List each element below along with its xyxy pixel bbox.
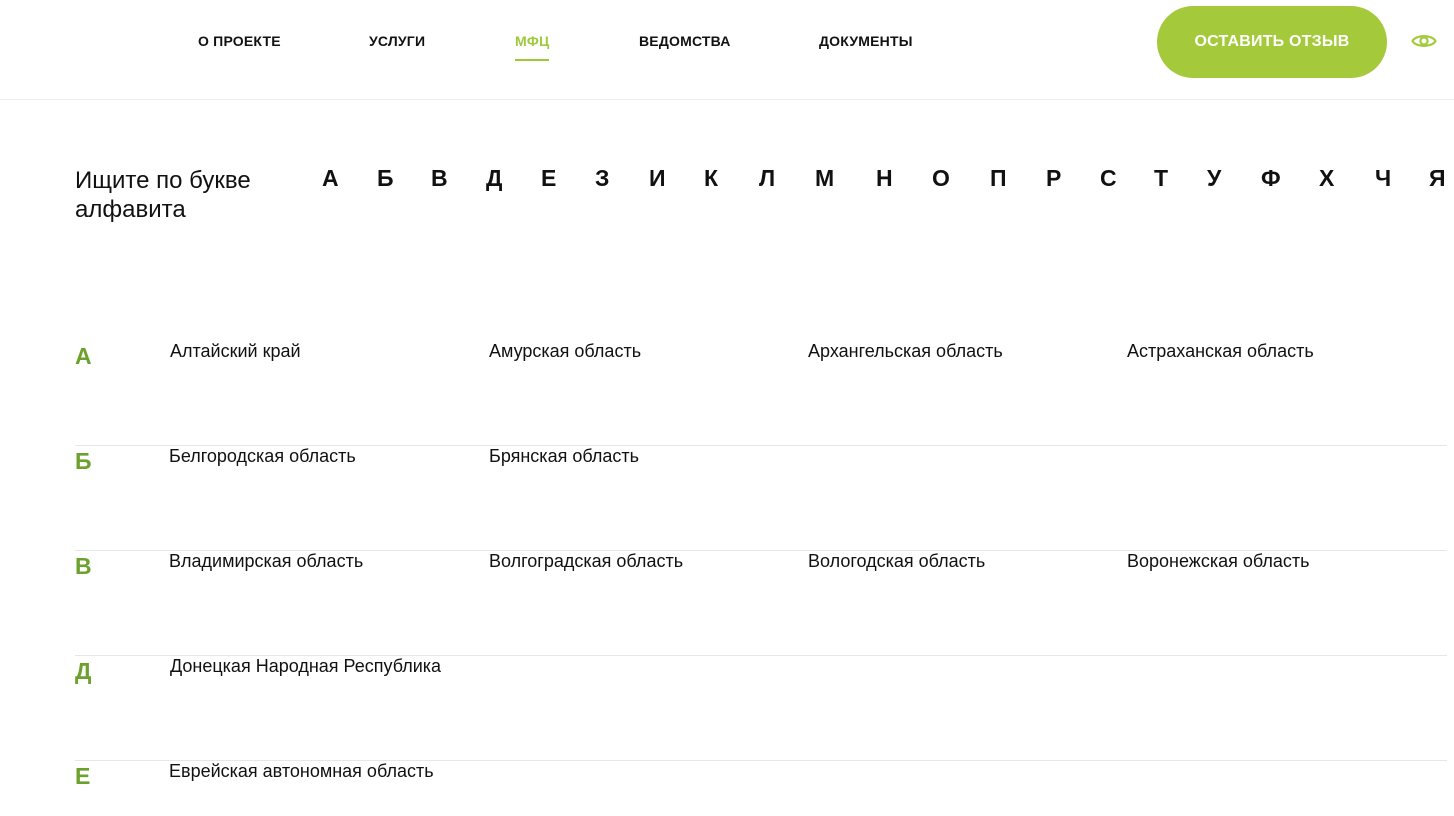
region-link[interactable]: Донецкая Народная Республика xyxy=(170,655,441,677)
alphabet-letter-h[interactable]: Х xyxy=(1319,164,1334,192)
nav-item-services[interactable]: УСЛУГИ xyxy=(369,33,425,49)
alphabet-letter-t[interactable]: Т xyxy=(1154,164,1168,192)
alphabet-letter-ch[interactable]: Ч xyxy=(1375,164,1391,192)
alphabet-letter-ya[interactable]: Я xyxy=(1429,164,1446,192)
alphabet-letter-i[interactable]: И xyxy=(649,164,666,192)
alphabet-letter-z[interactable]: З xyxy=(595,164,609,192)
region-group-a: А Алтайский край Амурская область Арханг… xyxy=(75,340,1447,446)
alphabet-letter-a[interactable]: А xyxy=(322,164,339,192)
nav-item-departments[interactable]: ВЕДОМСТВА xyxy=(639,33,731,49)
alphabet-letter-f[interactable]: Ф xyxy=(1261,164,1281,192)
alphabet-letter-l[interactable]: Л xyxy=(759,164,775,192)
leave-feedback-button[interactable]: ОСТАВИТЬ ОТЗЫВ xyxy=(1157,6,1387,78)
alphabet-letter-d[interactable]: Д xyxy=(486,164,502,192)
site-header: О ПРОЕКТЕ УСЛУГИ МФЦ ВЕДОМСТВА ДОКУМЕНТЫ… xyxy=(0,0,1454,100)
region-link[interactable]: Астраханская область xyxy=(1127,340,1314,362)
nav-item-about[interactable]: О ПРОЕКТЕ xyxy=(198,33,281,49)
group-letter: В xyxy=(75,553,92,579)
region-link[interactable]: Еврейская автономная область xyxy=(169,760,434,782)
group-letter: Б xyxy=(75,448,92,474)
group-letter: Е xyxy=(75,763,91,789)
region-group-b: Б Белгородская область Брянская область xyxy=(75,445,1447,551)
region-link[interactable]: Владимирская область xyxy=(169,550,363,572)
region-group-v: В Владимирская область Волгоградская обл… xyxy=(75,550,1447,656)
alphabet-letter-n[interactable]: Н xyxy=(876,164,893,192)
nav-item-mfc[interactable]: МФЦ xyxy=(515,33,550,61)
alphabet-letter-m[interactable]: М xyxy=(815,164,834,192)
alphabet-letter-o[interactable]: О xyxy=(932,164,950,192)
region-link[interactable]: Волгоградская область xyxy=(489,550,683,572)
alphabet-letter-u[interactable]: У xyxy=(1207,164,1221,192)
region-link[interactable]: Брянская область xyxy=(489,445,639,467)
region-link[interactable]: Алтайский край xyxy=(170,340,301,362)
alphabet-letter-p[interactable]: П xyxy=(990,164,1007,192)
region-link[interactable]: Вологодская область xyxy=(808,550,985,572)
alphabet-letter-k[interactable]: К xyxy=(704,164,718,192)
region-link[interactable]: Белгородская область xyxy=(169,445,356,467)
alphabet-letters: А Б В Д Е З И К Л М Н О П Р С Т У Ф Х Ч … xyxy=(318,164,1454,194)
region-link[interactable]: Воронежская область xyxy=(1127,550,1310,572)
alphabet-letter-b[interactable]: Б xyxy=(377,164,394,192)
group-letter: Д xyxy=(75,658,92,684)
alphabet-letter-e[interactable]: Е xyxy=(541,164,556,192)
region-group-e: Е Еврейская автономная область xyxy=(75,760,1447,816)
region-link[interactable]: Архангельская область xyxy=(808,340,1003,362)
alphabet-letter-v[interactable]: В xyxy=(431,164,448,192)
alphabet-search-title: Ищите по букве алфавита xyxy=(75,167,251,223)
alphabet-letter-r[interactable]: Р xyxy=(1046,164,1061,192)
alphabet-letter-s[interactable]: С xyxy=(1100,164,1117,192)
nav-item-documents[interactable]: ДОКУМЕНТЫ xyxy=(819,33,913,49)
group-letter: А xyxy=(75,343,92,369)
eye-icon[interactable] xyxy=(1410,28,1438,54)
region-group-d: Д Донецкая Народная Республика xyxy=(75,655,1447,761)
region-link[interactable]: Амурская область xyxy=(489,340,641,362)
